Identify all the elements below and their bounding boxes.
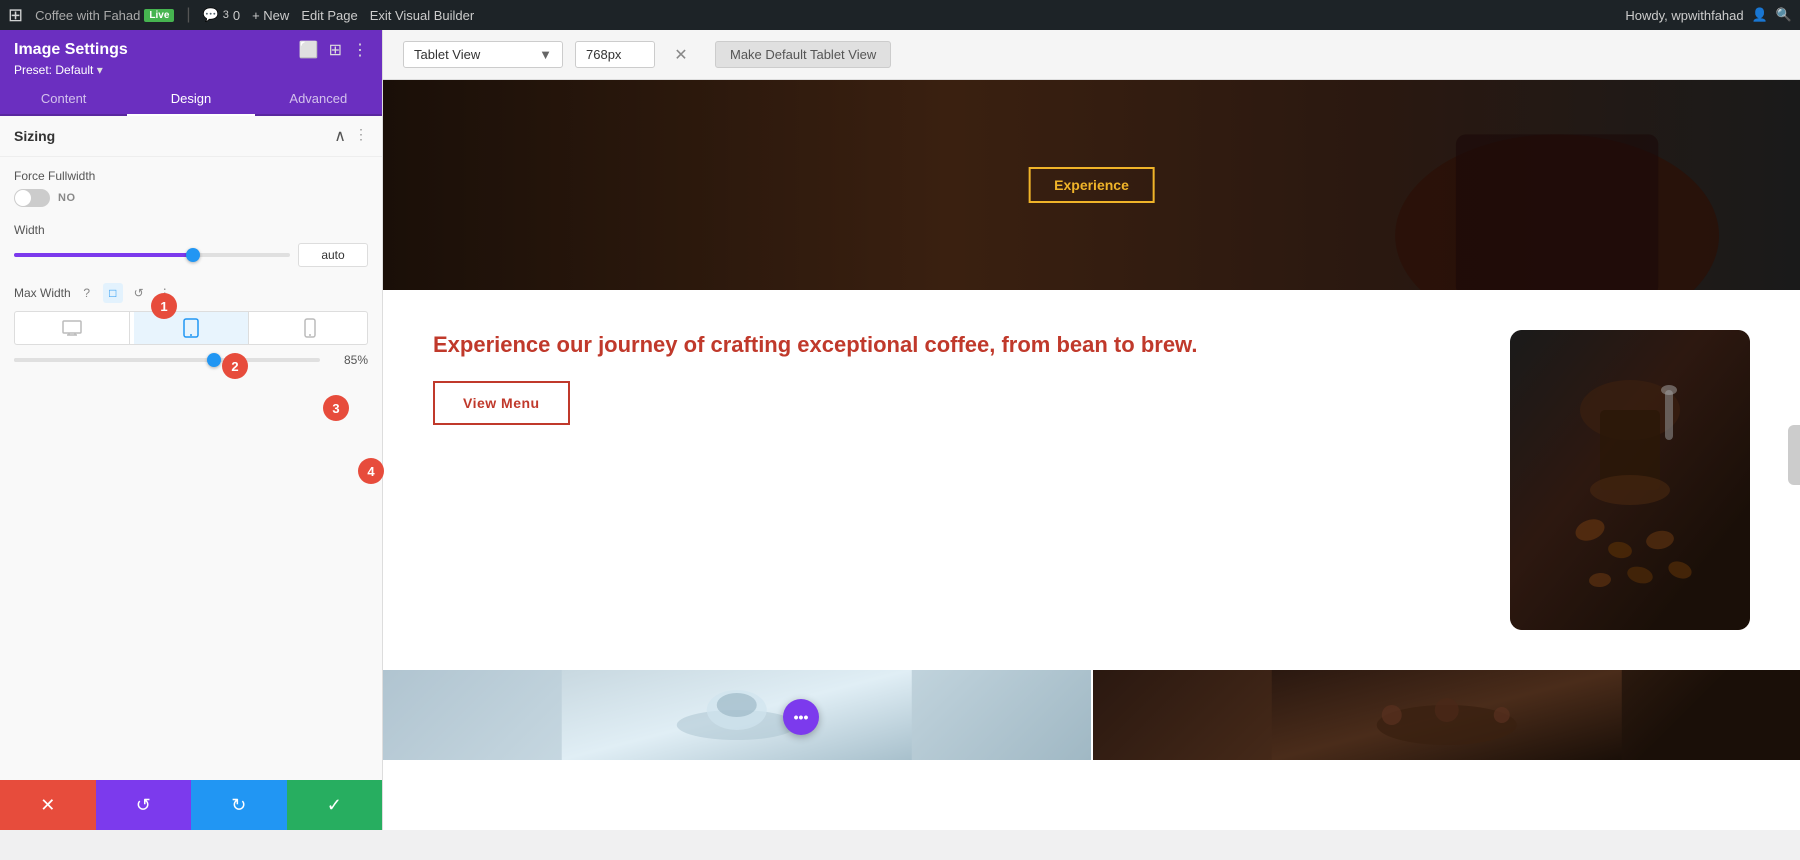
tablet-close-button[interactable]: ✕ bbox=[667, 41, 695, 69]
main-content: Tablet View ▼ ✕ Make Default Tablet View bbox=[383, 30, 1800, 830]
max-width-row: Max Width ? □ ↺ ⋮ bbox=[14, 283, 368, 367]
exit-builder-item[interactable]: Exit Visual Builder bbox=[370, 8, 475, 23]
side-handle[interactable] bbox=[1788, 425, 1800, 485]
admin-bar-right: Howdy, wpwithfahad 👤 🔍 bbox=[1625, 7, 1792, 23]
panel-header-icons: ⬜ ⊞ ⋮ bbox=[299, 40, 368, 60]
panel-preset[interactable]: Preset: Default ▾ bbox=[14, 63, 368, 77]
width-slider-row bbox=[14, 243, 368, 267]
sizing-section-header: Sizing ∧ ⋮ bbox=[0, 116, 382, 157]
panel-icon-grid[interactable]: ⊞ bbox=[329, 40, 342, 60]
max-width-controls: Max Width ? □ ↺ ⋮ bbox=[14, 283, 368, 303]
max-width-label: Max Width bbox=[14, 286, 71, 300]
bottom-images bbox=[383, 670, 1800, 760]
badge-2: 2 bbox=[222, 353, 248, 379]
pct-slider-thumb[interactable] bbox=[207, 353, 221, 367]
badge-4: 4 bbox=[358, 458, 384, 484]
redo-icon: ↻ bbox=[231, 795, 246, 816]
bottom-img-right bbox=[1093, 670, 1800, 760]
new-item[interactable]: + New bbox=[252, 8, 289, 23]
close-button[interactable]: ✕ bbox=[0, 780, 96, 830]
px-input[interactable] bbox=[575, 41, 655, 68]
max-width-reset-icon[interactable]: ↺ bbox=[129, 283, 149, 303]
content-tagline: Experience our journey of crafting excep… bbox=[433, 330, 1480, 361]
hero-overlay: Experience bbox=[1028, 167, 1155, 203]
device-icons-row bbox=[14, 311, 368, 345]
width-slider-thumb[interactable] bbox=[186, 248, 200, 262]
view-menu-button[interactable]: View Menu bbox=[433, 381, 570, 425]
tab-advanced[interactable]: Advanced bbox=[255, 83, 382, 116]
coffee-beans-img bbox=[1510, 330, 1750, 630]
comment-count: 3 bbox=[223, 9, 229, 21]
width-slider[interactable] bbox=[14, 253, 290, 257]
greeting-text: Howdy, wpwithfahad bbox=[1625, 8, 1743, 23]
left-panel: Image Settings ⬜ ⊞ ⋮ Preset: Default ▾ C… bbox=[0, 30, 383, 830]
tablet-bar: Tablet View ▼ ✕ Make Default Tablet View bbox=[383, 30, 1800, 80]
device-desktop-btn[interactable] bbox=[15, 312, 130, 344]
site-name[interactable]: Coffee with Fahad Live bbox=[35, 8, 174, 23]
section-controls: ∧ ⋮ bbox=[334, 126, 368, 146]
max-width-help-icon[interactable]: ? bbox=[77, 283, 97, 303]
pct-slider[interactable] bbox=[14, 358, 320, 362]
device-tablet-btn[interactable] bbox=[134, 312, 249, 344]
undo-button[interactable]: ↺ bbox=[96, 780, 192, 830]
toggle-wrap: NO bbox=[14, 189, 368, 207]
make-default-button[interactable]: Make Default Tablet View bbox=[715, 41, 891, 68]
view-selector[interactable]: Tablet View ▼ bbox=[403, 41, 563, 68]
settings-content: Force Fullwidth NO Width bbox=[0, 157, 382, 395]
force-fullwidth-row: Force Fullwidth NO bbox=[14, 169, 368, 207]
purple-dots-button[interactable]: ••• bbox=[783, 699, 819, 735]
content-section: Experience our journey of crafting excep… bbox=[383, 290, 1800, 670]
force-fullwidth-toggle[interactable] bbox=[14, 189, 50, 207]
badge-1: 1 bbox=[151, 293, 177, 319]
save-icon: ✓ bbox=[327, 795, 342, 816]
panel-icon-square[interactable]: ⬜ bbox=[299, 40, 319, 60]
max-width-tablet-icon[interactable]: □ bbox=[103, 283, 123, 303]
undo-icon: ↺ bbox=[136, 795, 151, 816]
width-label: Width bbox=[14, 223, 368, 237]
content-left: Experience our journey of crafting excep… bbox=[433, 330, 1480, 425]
save-button[interactable]: ✓ bbox=[287, 780, 383, 830]
bottom-img-left bbox=[383, 670, 1091, 760]
tab-content[interactable]: Content bbox=[0, 83, 127, 116]
panel-icon-more[interactable]: ⋮ bbox=[352, 40, 368, 60]
width-slider-fill bbox=[14, 253, 193, 257]
edit-page-item[interactable]: Edit Page bbox=[301, 8, 357, 23]
panel-title: Image Settings bbox=[14, 41, 128, 59]
force-fullwidth-label: Force Fullwidth bbox=[14, 169, 368, 183]
bottom-bar: ✕ ↺ ↻ ✓ bbox=[0, 780, 382, 830]
pct-value: 85% bbox=[328, 353, 368, 367]
toggle-label: NO bbox=[58, 192, 76, 204]
pct-slider-fill bbox=[14, 358, 213, 362]
toggle-knob bbox=[15, 190, 31, 206]
width-input[interactable] bbox=[298, 243, 368, 267]
width-row: Width bbox=[14, 223, 368, 267]
redo-button[interactable]: ↻ bbox=[191, 780, 287, 830]
page-preview: Experience Experience our journey of cra… bbox=[383, 80, 1800, 830]
select-arrow-icon: ▼ bbox=[539, 47, 552, 62]
panel-tabs: Content Design Advanced bbox=[0, 83, 382, 116]
collapse-icon[interactable]: ∧ bbox=[334, 126, 346, 146]
coffee-hero: Experience bbox=[383, 80, 1800, 290]
sizing-title: Sizing bbox=[14, 128, 55, 144]
panel-header: Image Settings ⬜ ⊞ ⋮ Preset: Default ▾ bbox=[0, 30, 382, 83]
close-icon: ✕ bbox=[674, 45, 687, 65]
content-right bbox=[1510, 330, 1750, 630]
comments-item[interactable]: 💬 3 0 bbox=[203, 7, 241, 23]
search-icon[interactable]: 🔍 bbox=[1776, 7, 1792, 23]
live-badge: Live bbox=[144, 9, 174, 22]
panel-body: Sizing ∧ ⋮ Force Fullwidth NO Width bbox=[0, 116, 382, 780]
tab-design[interactable]: Design bbox=[127, 83, 254, 116]
avatar-icon: 👤 bbox=[1752, 7, 1768, 23]
comment-icon: 💬 bbox=[203, 7, 219, 23]
device-mobile-btn[interactable] bbox=[253, 312, 367, 344]
comment-badge: 0 bbox=[233, 8, 240, 23]
badge-3: 3 bbox=[323, 395, 349, 421]
pct-slider-row: 85% bbox=[14, 353, 368, 367]
wp-logo: ⊞ bbox=[8, 5, 23, 26]
view-label: Tablet View bbox=[414, 47, 480, 62]
admin-bar: ⊞ Coffee with Fahad Live | 💬 3 0 + New E… bbox=[0, 0, 1800, 30]
section-more-icon[interactable]: ⋮ bbox=[354, 126, 368, 146]
close-icon: ✕ bbox=[40, 795, 55, 816]
